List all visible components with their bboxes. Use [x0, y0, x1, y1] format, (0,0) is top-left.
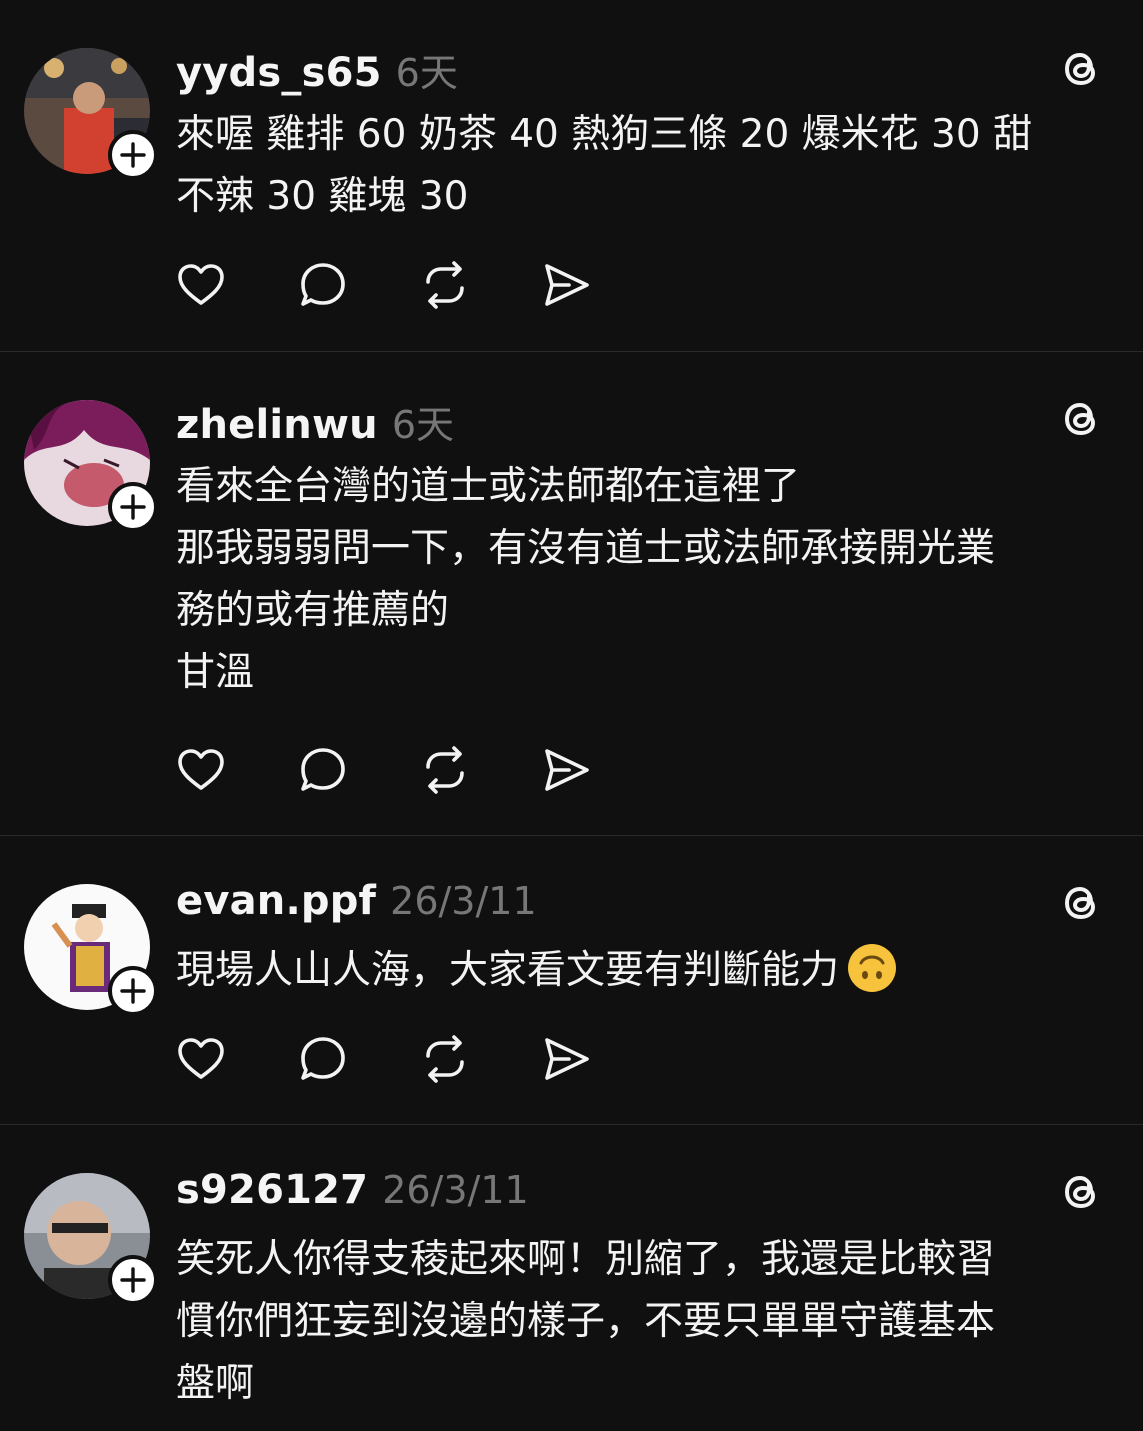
repost-icon[interactable]	[420, 1034, 470, 1084]
username[interactable]: zhelinwu	[176, 402, 378, 448]
post-text-line: 務的或有推薦的	[176, 588, 450, 633]
threads-logo-icon[interactable]	[1058, 396, 1104, 442]
avatar-container[interactable]	[24, 884, 158, 1016]
plus-icon	[120, 1267, 146, 1293]
post-text-line: 現場人山人海，大家看文要有判斷能力	[176, 940, 1096, 1002]
post-text-line: 甘溫	[176, 650, 255, 695]
post-card: s926127 26/3/11 笑死人你得支稜起來啊！別縮了，我還是比較習 慣你…	[0, 1124, 1143, 1431]
post-text-line: 笑死人你得支稜起來啊！別縮了，我還是比較習	[176, 1237, 996, 1282]
send-icon[interactable]	[542, 745, 592, 795]
post-text: 現場人山人海，大家看文要有判斷能力	[176, 948, 840, 993]
repost-icon[interactable]	[420, 260, 470, 310]
avatar-container[interactable]	[24, 48, 158, 180]
post-card: zhelinwu 6天 看來全台灣的道士或法師都在這裡了 那我弱弱問一下，有沒有…	[0, 351, 1143, 835]
post-header: s926127 26/3/11	[176, 1167, 529, 1213]
avatar-container[interactable]	[24, 1173, 158, 1305]
repost-icon[interactable]	[420, 745, 470, 795]
heart-icon[interactable]	[176, 1034, 226, 1084]
threads-logo-icon[interactable]	[1058, 46, 1104, 92]
post-text-line: 那我弱弱問一下，有沒有道士或法師承接開光業	[176, 526, 996, 571]
plus-icon	[120, 978, 146, 1004]
speech-bubble-icon[interactable]	[298, 1034, 348, 1084]
avatar-container[interactable]	[24, 400, 158, 532]
post-card: evan.ppf 26/3/11 現場人山人海，大家看文要有判斷能力	[0, 835, 1143, 1124]
timestamp[interactable]: 6天	[396, 42, 458, 97]
username[interactable]: evan.ppf	[176, 878, 376, 924]
follow-button[interactable]	[108, 482, 158, 532]
threads-logo-icon[interactable]	[1058, 880, 1104, 926]
post-body: 來喔 雞排 60 奶茶 40 熱狗三條 20 爆米花 30 甜 不辣 30 雞塊…	[176, 104, 1096, 228]
send-icon[interactable]	[542, 1034, 592, 1084]
timestamp[interactable]: 6天	[392, 394, 454, 449]
upside-down-face-emoji	[847, 943, 897, 993]
post-header: evan.ppf 26/3/11	[176, 878, 537, 924]
follow-button[interactable]	[108, 130, 158, 180]
plus-icon	[120, 494, 146, 520]
timestamp[interactable]: 26/3/11	[382, 1168, 529, 1212]
follow-button[interactable]	[108, 1255, 158, 1305]
post-text-line: 不辣 30 雞塊 30	[176, 174, 469, 219]
post-text-line: 看來全台灣的道士或法師都在這裡了	[176, 464, 801, 509]
send-icon[interactable]	[542, 260, 592, 310]
post-text-line: 來喔 雞排 60 奶茶 40 熱狗三條 20 爆米花 30 甜	[176, 112, 1033, 157]
plus-icon	[120, 142, 146, 168]
username[interactable]: s926127	[176, 1167, 368, 1213]
post-text-line: 盤啊	[176, 1361, 255, 1406]
threads-logo-icon[interactable]	[1058, 1169, 1104, 1215]
timestamp[interactable]: 26/3/11	[390, 879, 537, 923]
speech-bubble-icon[interactable]	[298, 260, 348, 310]
post-body: 現場人山人海，大家看文要有判斷能力	[176, 940, 1096, 1002]
follow-button[interactable]	[108, 966, 158, 1016]
action-bar	[176, 260, 664, 310]
action-bar	[176, 745, 664, 795]
post-header: yyds_s65 6天	[176, 42, 458, 97]
post-body: 笑死人你得支稜起來啊！別縮了，我還是比較習 慣你們狂妄到沒邊的樣子，不要只單單守…	[176, 1229, 1096, 1415]
username[interactable]: yyds_s65	[176, 50, 382, 96]
post-body: 看來全台灣的道士或法師都在這裡了 那我弱弱問一下，有沒有道士或法師承接開光業 務…	[176, 456, 1096, 704]
post-header: zhelinwu 6天	[176, 394, 454, 449]
heart-icon[interactable]	[176, 745, 226, 795]
action-bar	[176, 1034, 664, 1084]
heart-icon[interactable]	[176, 260, 226, 310]
post-text-line: 慣你們狂妄到沒邊的樣子，不要只單單守護基本	[176, 1299, 996, 1344]
post-card: yyds_s65 6天 來喔 雞排 60 奶茶 40 熱狗三條 20 爆米花 3…	[0, 0, 1143, 351]
speech-bubble-icon[interactable]	[298, 745, 348, 795]
